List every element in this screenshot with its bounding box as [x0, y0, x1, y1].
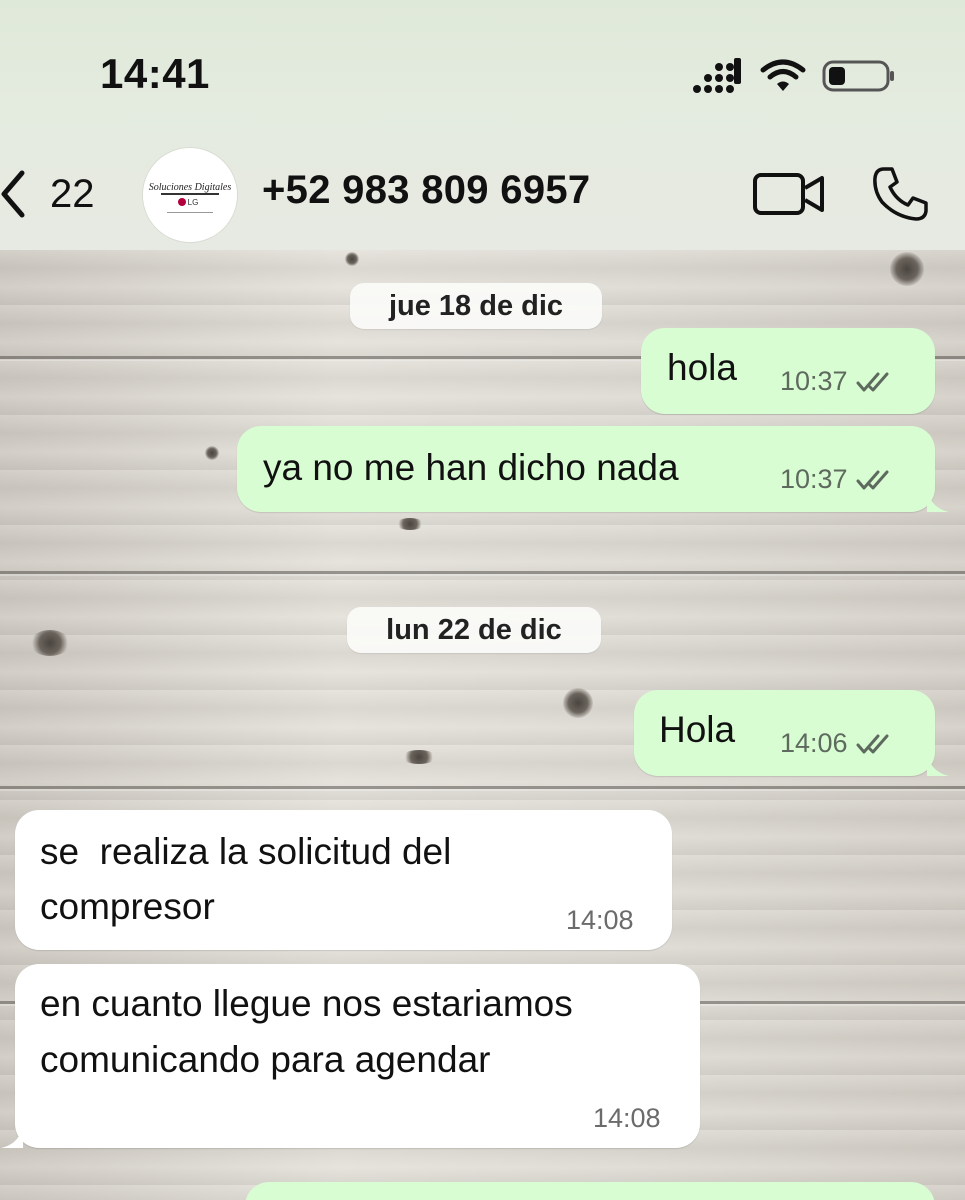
- message-time: 10:37: [780, 464, 848, 494]
- chat-messages-area[interactable]: jue 18 de dic hola 10:37 ya no me han di…: [0, 250, 965, 1200]
- business-logo-image: Soluciones Digitales LG: [143, 148, 237, 242]
- wifi-icon: [760, 59, 806, 91]
- message-meta: 10:37: [780, 464, 894, 495]
- message-time: 14:08: [566, 905, 634, 935]
- message-text: hola: [667, 347, 737, 388]
- wallpaper-knot: [345, 252, 359, 266]
- read-receipt-icon: [856, 734, 889, 753]
- outgoing-message-bubble[interactable]: hola 10:37: [641, 328, 935, 414]
- back-button[interactable]: 22: [0, 164, 95, 224]
- message-time: 10:37: [780, 366, 848, 396]
- incoming-message-bubble[interactable]: en cuanto llegue nos estariamos comunica…: [1, 964, 700, 1148]
- svg-text:LG: LG: [188, 198, 199, 207]
- date-separator: jue 18 de dic: [350, 283, 602, 329]
- wallpaper-knot: [30, 630, 70, 656]
- message-text: Hola: [659, 709, 736, 750]
- video-call-icon[interactable]: [752, 170, 826, 218]
- message-meta: 14:06: [780, 728, 894, 759]
- message-meta: 10:37: [780, 366, 894, 397]
- outgoing-message-bubble[interactable]: Hola 14:06: [634, 690, 949, 776]
- message-text-line: compresor: [40, 886, 215, 927]
- svg-text:Soluciones Digitales: Soluciones Digitales: [149, 182, 232, 193]
- bubble-tail: [1, 1126, 23, 1148]
- cellular-signal-icon: [693, 58, 741, 93]
- message-text-line: en cuanto llegue nos estariamos: [40, 983, 573, 1024]
- incoming-message-bubble[interactable]: se realiza la solicitud del compresor 14…: [15, 810, 672, 950]
- status-bar-time: 14:41: [100, 50, 210, 97]
- phone-call-icon[interactable]: [870, 164, 930, 224]
- read-receipt-icon: [856, 470, 889, 489]
- wallpaper-knot: [563, 688, 593, 718]
- read-receipt-icon: [856, 372, 889, 391]
- message-time: 14:06: [780, 728, 848, 758]
- wallpaper-knot: [890, 252, 924, 286]
- battery-icon: [822, 60, 894, 92]
- message-text-line: se realiza la solicitud del: [40, 831, 452, 872]
- bubble-tail: [927, 490, 949, 512]
- message-time: 14:08: [593, 1103, 661, 1133]
- message-text-line: comunicando para agendar: [40, 1039, 491, 1080]
- back-chevron-icon: [1, 170, 25, 218]
- wallpaper-knot: [205, 446, 219, 460]
- wallpaper-knot: [402, 750, 436, 764]
- unread-chats-count: 22: [50, 171, 95, 216]
- message-text: ya no me han dicho nada: [263, 447, 679, 488]
- date-separator: lun 22 de dic: [347, 607, 601, 653]
- outgoing-message-bubble[interactable]: ya no me han dicho nada 10:37: [237, 426, 949, 512]
- contact-name[interactable]: +52 983 809 6957: [262, 168, 590, 213]
- outgoing-message-bubble-partial[interactable]: [245, 1182, 935, 1200]
- wallpaper-knot: [396, 518, 424, 530]
- contact-avatar[interactable]: Soluciones Digitales LG: [143, 148, 237, 242]
- chat-header: 14:41 22 Soluciones Digitales LG +52 983…: [0, 0, 965, 250]
- bubble-tail: [927, 754, 949, 776]
